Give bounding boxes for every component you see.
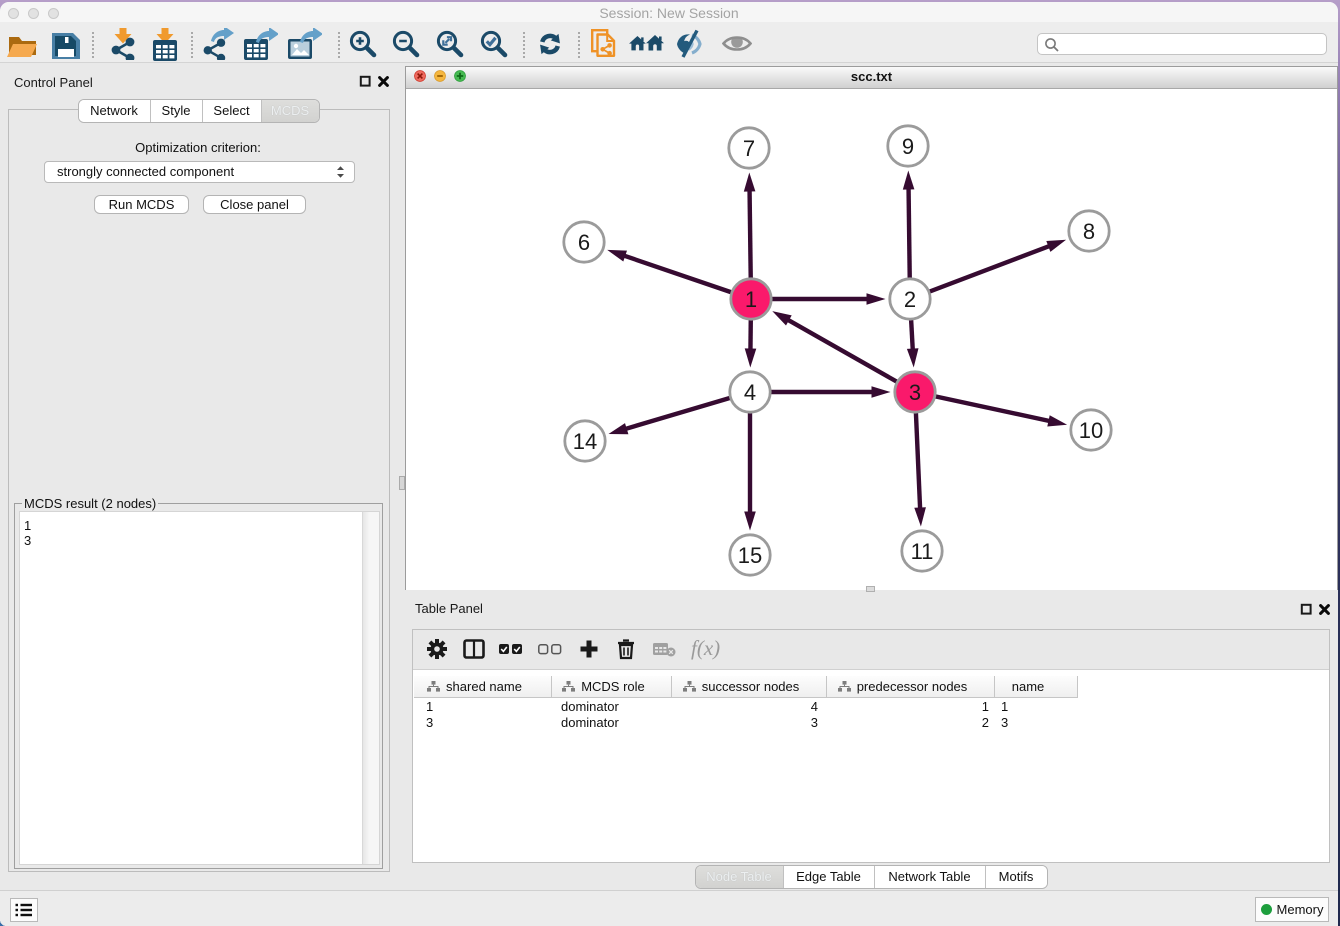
svg-text:9: 9 <box>902 134 914 159</box>
svg-text:3: 3 <box>909 380 921 405</box>
svg-text:2: 2 <box>904 287 916 312</box>
svg-text:14: 14 <box>573 429 597 454</box>
svg-text:11: 11 <box>911 539 934 564</box>
svg-text:4: 4 <box>744 380 756 405</box>
svg-text:7: 7 <box>743 136 755 161</box>
svg-text:8: 8 <box>1083 219 1095 244</box>
svg-text:6: 6 <box>578 230 590 255</box>
svg-text:10: 10 <box>1079 418 1103 443</box>
svg-text:1: 1 <box>745 287 757 312</box>
svg-text:15: 15 <box>738 543 762 568</box>
